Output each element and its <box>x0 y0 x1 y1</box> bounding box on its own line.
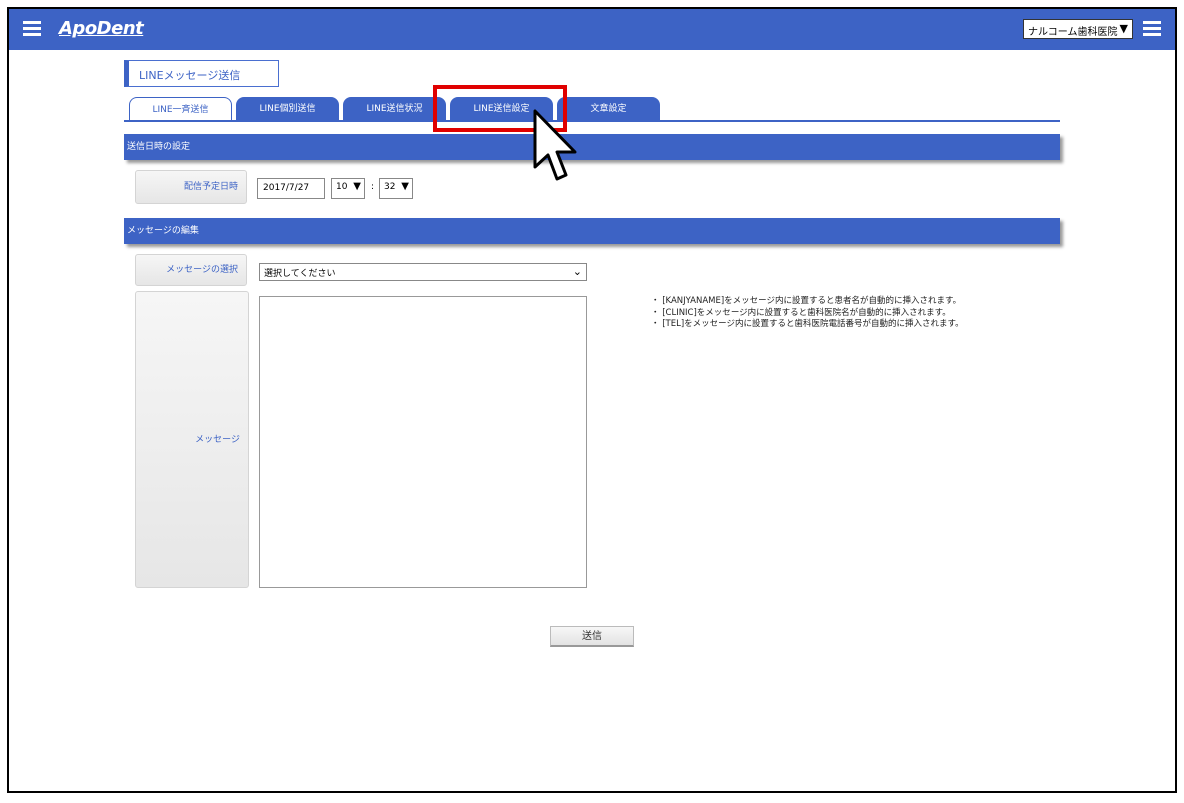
menu-icon[interactable] <box>23 21 41 36</box>
chevron-down-icon: ▼ <box>1119 22 1128 35</box>
clinic-select-value: ナルコーム歯科医院 <box>1028 27 1118 38</box>
date-input[interactable]: 2017/7/27 <box>257 178 325 199</box>
page-title: LINEメッセージ送信 <box>124 60 279 87</box>
hour-select[interactable]: 10 ▼ <box>331 178 365 199</box>
note-clinic: ・ [CLINIC]をメッセージ内に設置すると歯科医院名が自動的に挿入されます。 <box>651 307 951 318</box>
clinic-select[interactable]: ナルコーム歯科医院 ▼ <box>1023 19 1133 39</box>
tab-underline <box>124 120 1060 122</box>
send-button[interactable]: 送信 <box>550 626 634 647</box>
note-tel: ・ [TEL]をメッセージ内に設置すると歯科医院電話番号が自動的に挿入されます。 <box>651 319 964 329</box>
minute-value: 32 <box>384 182 396 192</box>
message-template-value: 選択してください <box>264 269 336 279</box>
section-schedule: 送信日時の設定 <box>124 134 1060 160</box>
message-select-label: メッセージの選択 <box>135 254 247 286</box>
message-label: メッセージ <box>135 291 249 588</box>
chevron-down-icon: ▼ <box>353 181 361 192</box>
minute-select[interactable]: 32 ▼ <box>379 178 413 199</box>
chevron-down-icon: ⌄ <box>572 265 582 278</box>
top-navbar: ApoDent ナルコーム歯科医院 ▼ <box>9 9 1175 50</box>
schedule-label: 配信予定日時 <box>135 170 247 204</box>
chevron-down-icon: ▼ <box>401 181 409 192</box>
tab-line-status[interactable]: LINE送信状況 <box>343 97 446 121</box>
hour-value: 10 <box>336 182 348 192</box>
message-textarea[interactable] <box>259 296 587 588</box>
tab-line-broadcast[interactable]: LINE一斉送信 <box>129 97 232 121</box>
placeholder-notes: ・ [KANJYANAME]をメッセージ内に設置すると患者名が自動的に挿入されま… <box>651 296 964 331</box>
tab-line-individual[interactable]: LINE個別送信 <box>236 97 339 121</box>
message-template-select[interactable]: 選択してください ⌄ <box>259 263 587 281</box>
note-kanjyaname: ・ [KANJYANAME]をメッセージ内に設置すると患者名が自動的に挿入されま… <box>651 296 962 306</box>
app-window: ApoDent ナルコーム歯科医院 ▼ LINEメッセージ送信 LINE一斉送信… <box>7 7 1177 793</box>
logo[interactable]: ApoDent <box>59 18 144 39</box>
section-message: メッセージの編集 <box>124 218 1060 244</box>
time-separator: : <box>371 182 375 192</box>
cursor-arrow-icon <box>533 109 577 181</box>
menu-icon[interactable] <box>1143 21 1161 36</box>
